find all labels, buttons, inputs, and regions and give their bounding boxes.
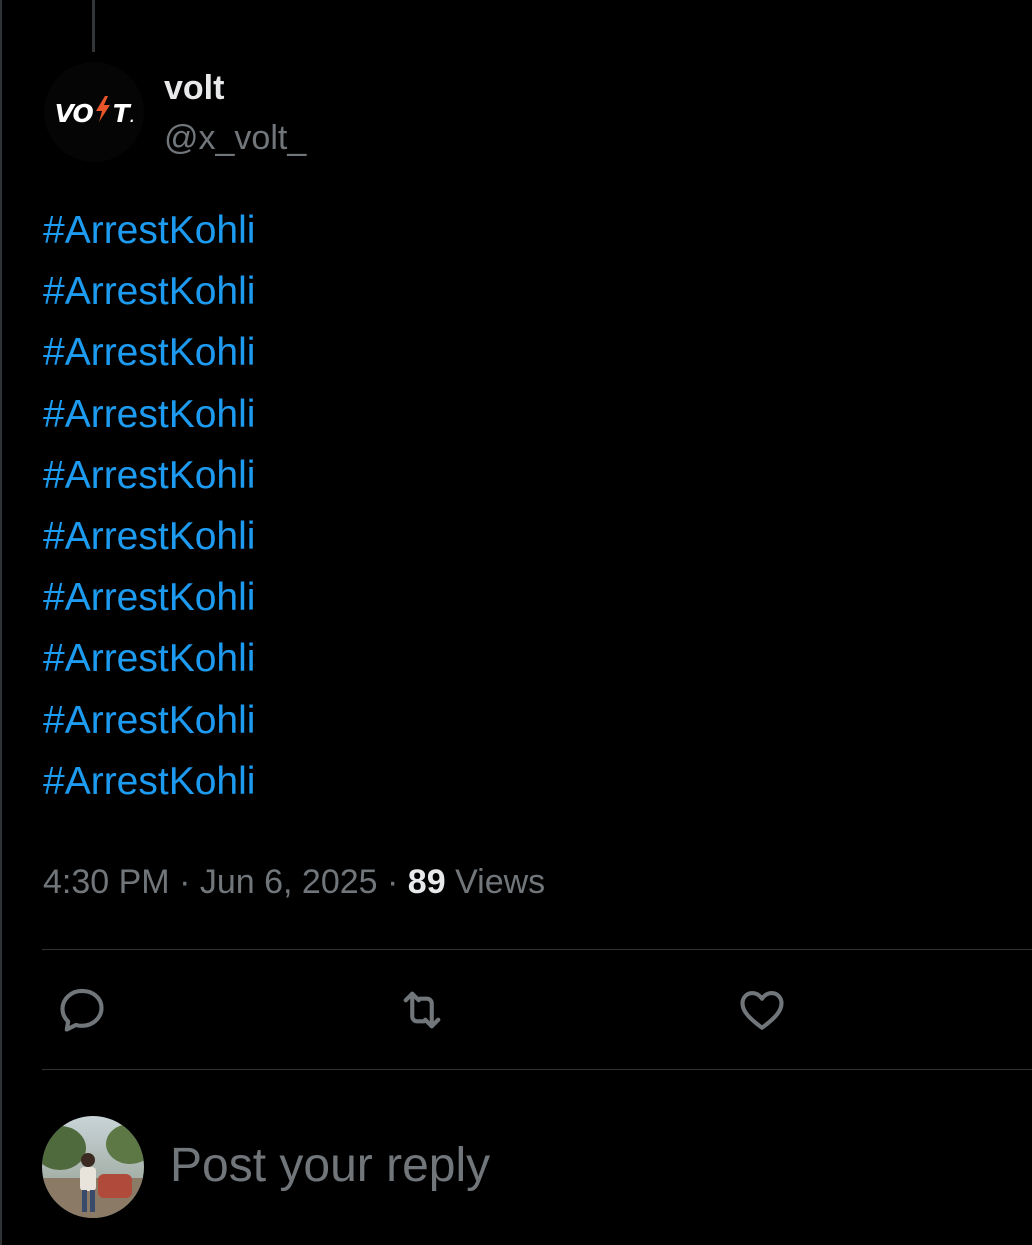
- reply-icon: [60, 988, 104, 1032]
- hashtag-link[interactable]: #ArrestKohli: [43, 384, 255, 445]
- meta-separator: ·: [387, 863, 399, 901]
- thread-connector-line: [92, 0, 95, 52]
- divider-top: [42, 949, 1032, 950]
- hashtag-link[interactable]: #ArrestKohli: [43, 567, 255, 628]
- post-metadata: 4:30 PM · Jun 6, 2025 · 89 Views: [43, 860, 545, 904]
- hashtag-link[interactable]: #ArrestKohli: [43, 322, 255, 383]
- hashtag-link[interactable]: #ArrestKohli: [43, 445, 255, 506]
- repost-icon: [403, 991, 441, 1029]
- hashtag-link[interactable]: #ArrestKohli: [43, 200, 255, 261]
- author-display-name[interactable]: volt: [164, 68, 224, 108]
- hashtag-link[interactable]: #ArrestKohli: [43, 751, 255, 812]
- post-date[interactable]: Jun 6, 2025: [200, 863, 378, 901]
- meta-separator: ·: [179, 863, 191, 901]
- hashtag-link[interactable]: #ArrestKohli: [43, 690, 255, 751]
- post-time[interactable]: 4:30 PM: [43, 863, 170, 901]
- divider-bottom: [42, 1069, 1032, 1070]
- post-body: #ArrestKohli #ArrestKohli #ArrestKohli #…: [43, 200, 255, 812]
- heart-icon: [740, 991, 784, 1030]
- reply-input[interactable]: [170, 1130, 990, 1200]
- thread-left-border: [0, 0, 2, 1245]
- views-count: 89: [407, 863, 446, 901]
- like-button[interactable]: [734, 982, 790, 1038]
- views-label: Views: [455, 863, 546, 901]
- hashtag-link[interactable]: #ArrestKohli: [43, 506, 255, 567]
- volt-logo: VO T.: [55, 96, 134, 128]
- lightning-bolt-icon: [95, 96, 110, 122]
- user-avatar[interactable]: [42, 1116, 144, 1218]
- repost-button[interactable]: [394, 982, 450, 1038]
- hashtag-link[interactable]: #ArrestKohli: [43, 261, 255, 322]
- user-avatar-photo: [42, 1116, 144, 1218]
- author-handle[interactable]: @x_volt_: [164, 118, 306, 158]
- author-avatar[interactable]: VO T.: [44, 62, 144, 162]
- hashtag-link[interactable]: #ArrestKohli: [43, 628, 255, 689]
- reply-button[interactable]: [54, 982, 110, 1038]
